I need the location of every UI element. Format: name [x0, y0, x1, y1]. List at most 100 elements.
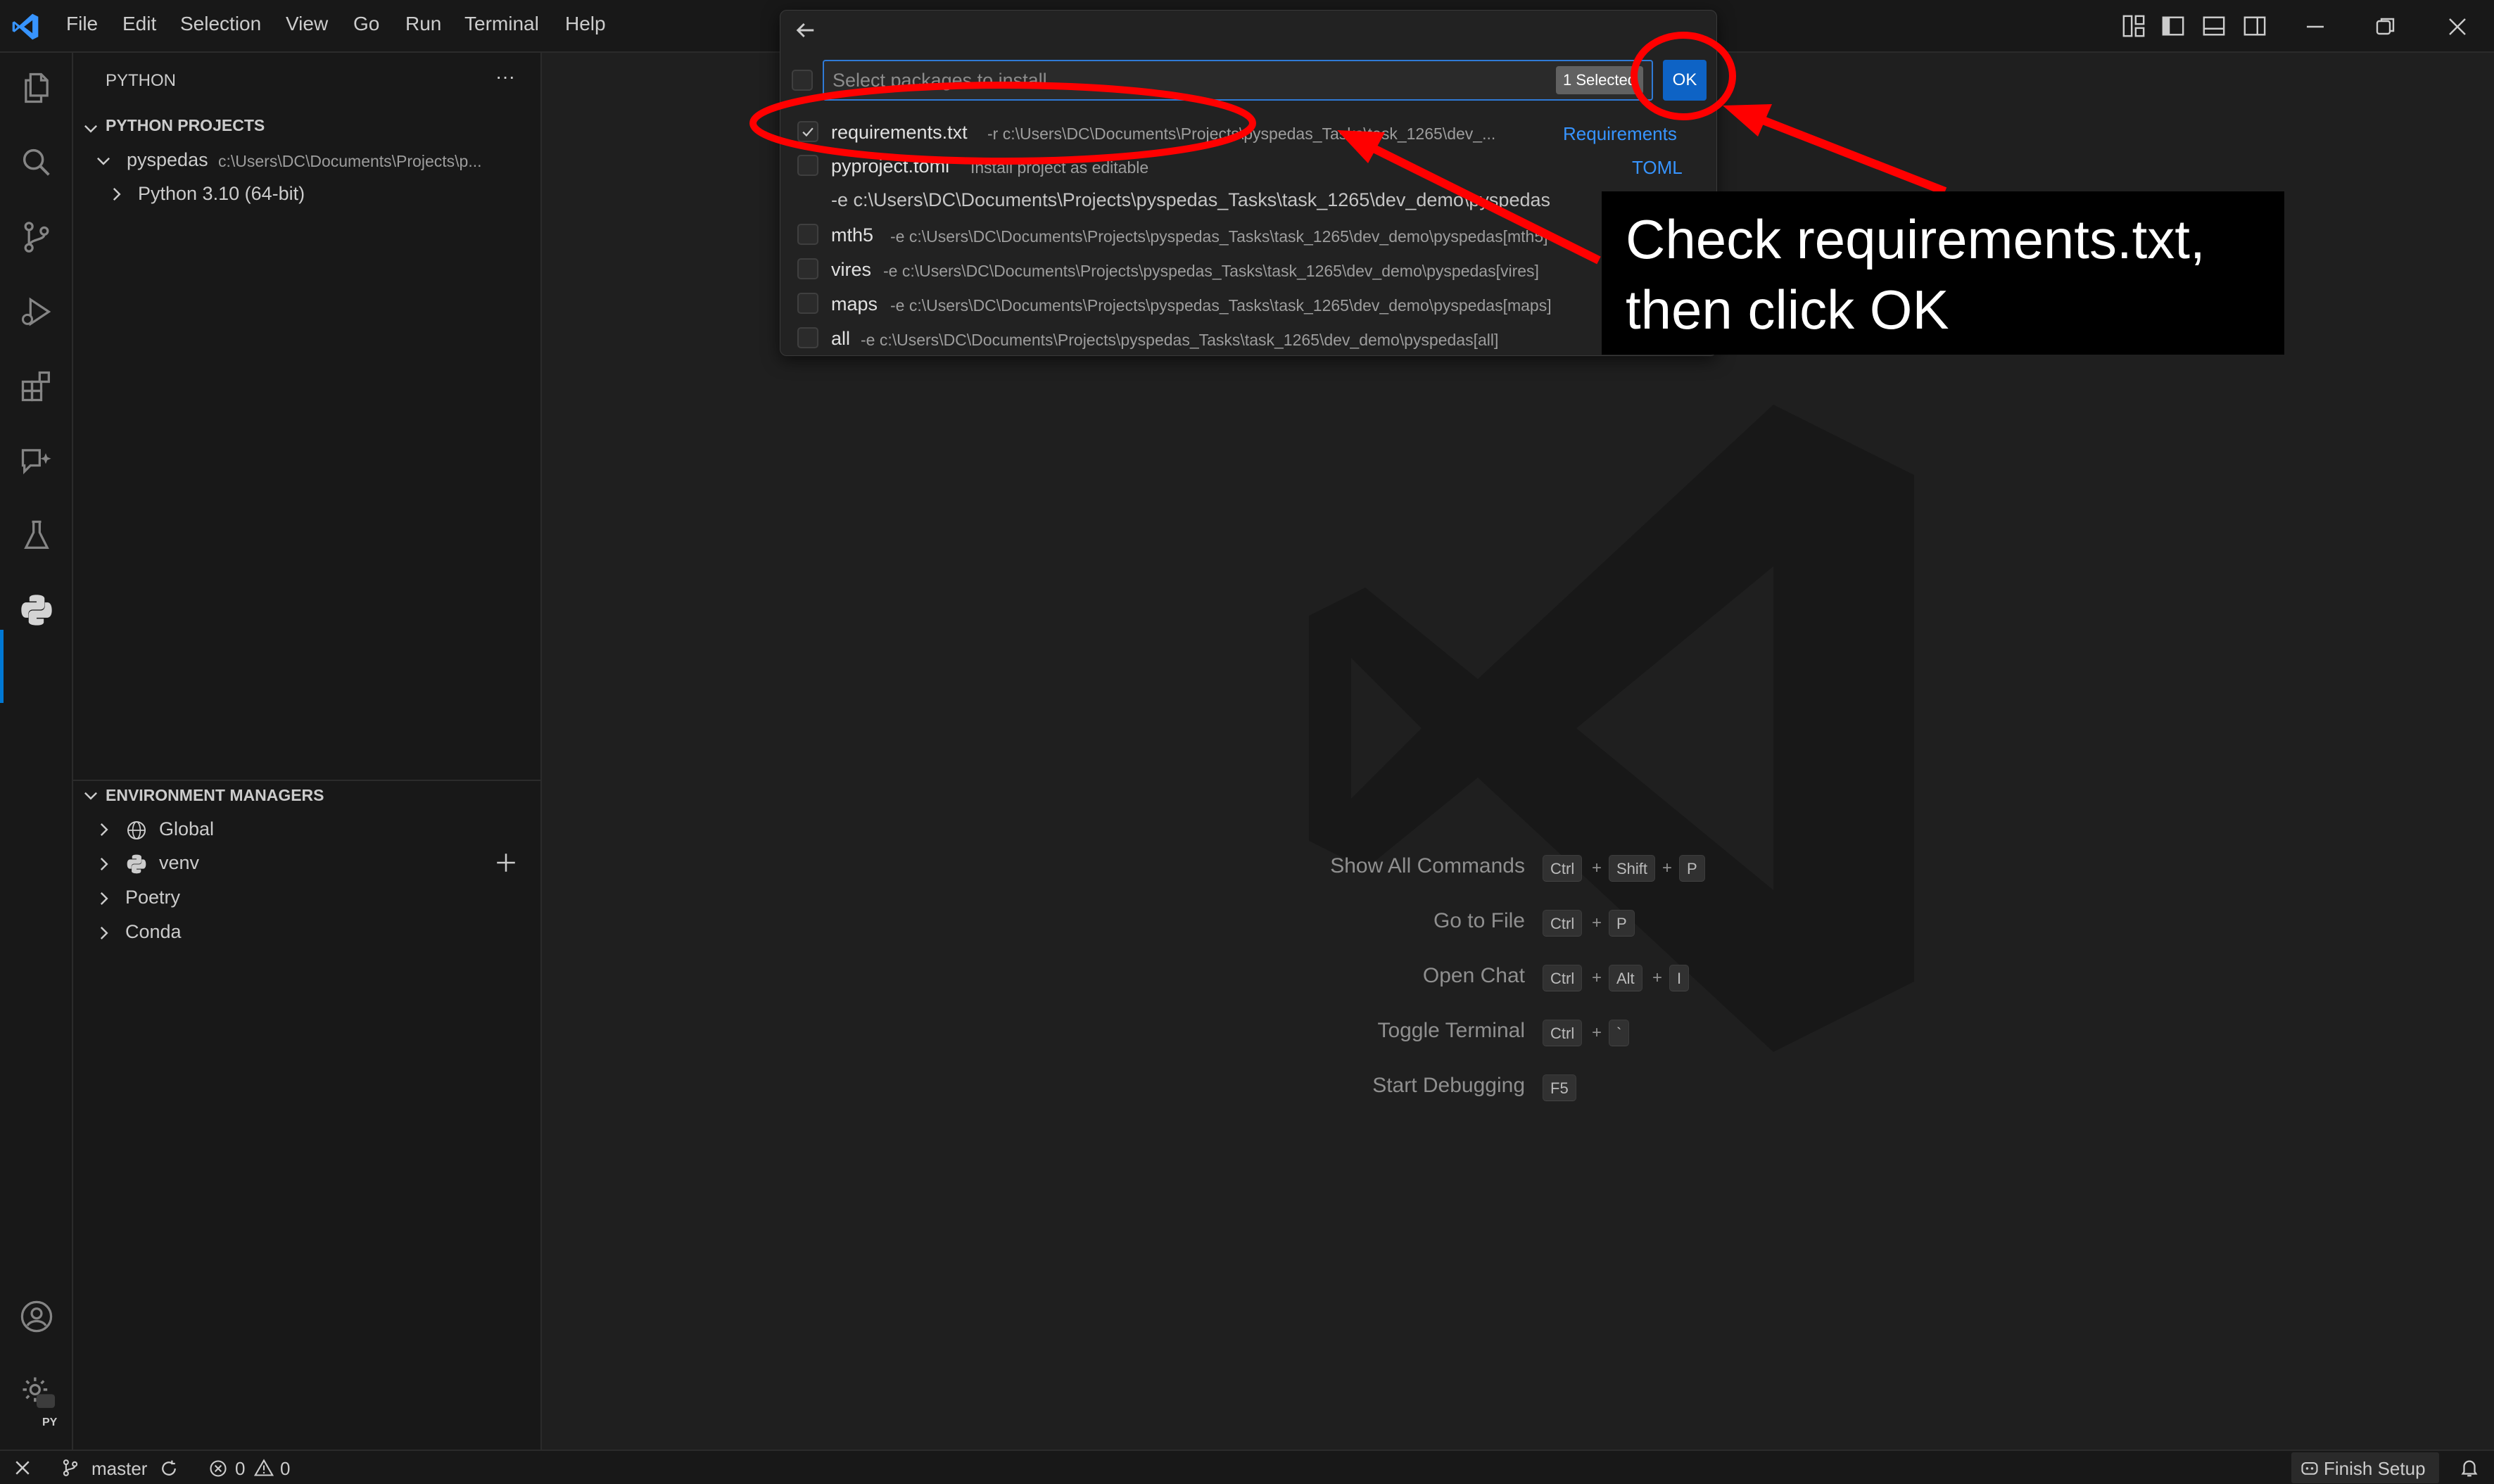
source-control-icon[interactable] — [18, 219, 55, 255]
env-item-global[interactable]: Global — [159, 818, 214, 840]
error-icon[interactable] — [208, 1459, 228, 1478]
remote-icon[interactable] — [13, 1458, 32, 1478]
python-projects-header[interactable]: PYTHON PROJECTS — [106, 116, 265, 135]
package-search-input[interactable]: Select packages to install — [823, 60, 1653, 101]
project-path: c:\Users\DC\Documents\Projects\p... — [218, 152, 482, 170]
interpreter-item[interactable]: Python 3.10 (64-bit) — [138, 183, 305, 205]
branch-name[interactable]: master — [91, 1458, 147, 1480]
add-icon[interactable] — [494, 851, 518, 875]
sync-icon[interactable] — [159, 1459, 179, 1478]
globe-icon — [127, 821, 146, 839]
item-detail: Install project as editable — [970, 158, 1149, 177]
extensions-icon[interactable] — [18, 368, 55, 405]
chevron-down-icon[interactable] — [82, 786, 100, 804]
minimize-icon[interactable] — [2303, 14, 2328, 39]
kbd-key: Alt — [1609, 965, 1642, 991]
testing-icon[interactable] — [18, 517, 55, 554]
menu-run[interactable]: Run — [405, 13, 441, 35]
bell-icon[interactable] — [2459, 1457, 2480, 1478]
git-branch-icon[interactable] — [61, 1458, 80, 1478]
menu-help[interactable]: Help — [565, 13, 606, 35]
item-checkbox[interactable] — [797, 258, 818, 279]
kbd-key: Ctrl — [1543, 855, 1583, 882]
kbd-key: Ctrl — [1543, 910, 1583, 937]
chevron-right-icon[interactable] — [94, 820, 113, 839]
plus-sign: + — [1662, 858, 1673, 877]
env-item-poetry[interactable]: Poetry — [125, 887, 180, 908]
list-item-all[interactable]: all -e c:\Users\DC\Documents\Projects\py… — [780, 321, 1716, 355]
chevron-down-icon[interactable] — [82, 119, 100, 137]
shortcut-label: Open Chat — [1422, 964, 1525, 987]
menu-edit[interactable]: Edit — [122, 13, 156, 35]
settings-icon[interactable] — [18, 1373, 55, 1409]
chevron-right-icon[interactable] — [94, 855, 113, 873]
kbd-key: P — [1609, 910, 1635, 937]
shortcut-label: Toggle Terminal — [1377, 1019, 1525, 1042]
item-checkbox[interactable] — [797, 327, 818, 348]
restore-icon[interactable] — [2373, 14, 2398, 39]
search-icon[interactable] — [18, 144, 55, 181]
list-item-pyproject[interactable]: pyproject.toml Install project as editab… — [780, 148, 1716, 217]
chevron-down-icon[interactable] — [94, 151, 113, 170]
plus-sign: + — [1592, 913, 1602, 932]
python-sidebar: PYTHON ··· PYTHON PROJECTS pyspedas c:\U… — [73, 53, 542, 1450]
shortcut-label: Go to File — [1433, 909, 1525, 932]
finish-setup-button[interactable]: Finish Setup — [2291, 1452, 2439, 1483]
menu-terminal[interactable]: Terminal — [464, 13, 539, 35]
ok-button[interactable]: OK — [1663, 60, 1707, 101]
python-icon[interactable] — [18, 592, 55, 628]
customize-layout-icon[interactable] — [2121, 14, 2146, 38]
item-detail: -e c:\Users\DC\Documents\Projects\pysped… — [890, 296, 1552, 315]
item-checkbox[interactable] — [797, 155, 818, 176]
select-all-checkbox[interactable] — [792, 70, 813, 91]
env-item-conda[interactable]: Conda — [125, 921, 182, 943]
list-item-requirements[interactable]: requirements.txt -r c:\Users\DC\Document… — [780, 115, 1716, 148]
callout-line-2: then click OK — [1626, 279, 1949, 341]
item-tag: Requirements — [1563, 123, 1677, 144]
menu-file[interactable]: File — [66, 13, 98, 35]
package-quick-pick: Select packages to install 1 Selected OK… — [780, 10, 1717, 356]
back-arrow-icon[interactable] — [793, 18, 818, 43]
environment-managers-header[interactable]: ENVIRONMENT MANAGERS — [106, 786, 324, 805]
files-icon[interactable] — [18, 70, 55, 106]
settings-badge: PY — [42, 1416, 58, 1428]
error-count[interactable]: 0 — [235, 1458, 245, 1480]
vscode-logo-icon — [12, 13, 39, 40]
menu-go[interactable]: Go — [353, 13, 379, 35]
project-name[interactable]: pyspedas — [127, 149, 208, 171]
search-placeholder: Select packages to install — [833, 70, 1047, 91]
plus-sign: + — [1592, 858, 1602, 877]
kbd-key: Ctrl — [1543, 1020, 1583, 1046]
chat-icon[interactable] — [18, 443, 55, 479]
activity-bar: PY — [0, 53, 73, 1450]
more-actions-button[interactable]: ··· — [495, 65, 515, 88]
close-window-icon[interactable] — [2445, 14, 2470, 39]
chevron-right-icon[interactable] — [94, 889, 113, 908]
warning-count[interactable]: 0 — [280, 1458, 290, 1480]
item-detail: -e c:\Users\DC\Documents\Projects\pysped… — [890, 227, 1548, 246]
chevron-right-icon[interactable] — [107, 185, 125, 203]
account-icon[interactable] — [18, 1298, 55, 1335]
list-item-maps[interactable]: maps -e c:\Users\DC\Documents\Projects\p… — [780, 286, 1716, 320]
plus-sign: + — [1652, 968, 1663, 987]
list-item-mth5[interactable]: mth5 -e c:\Users\DC\Documents\Projects\p… — [780, 217, 1716, 251]
toggle-panel-icon[interactable] — [2201, 14, 2227, 38]
item-detail: -e c:\Users\DC\Documents\Projects\pysped… — [883, 262, 1539, 280]
menu-view[interactable]: View — [286, 13, 328, 35]
env-item-venv[interactable]: venv — [159, 852, 199, 874]
item-checkbox[interactable] — [797, 121, 818, 142]
plus-sign: + — [1592, 1023, 1602, 1042]
item-checkbox[interactable] — [797, 293, 818, 314]
item-name: maps — [831, 293, 878, 315]
toggle-primary-sidebar-icon[interactable] — [2160, 14, 2186, 38]
status-bar: master 0 0 Finish Setup — [0, 1450, 2494, 1484]
run-debug-icon[interactable] — [18, 293, 55, 330]
warning-icon[interactable] — [253, 1458, 274, 1478]
item-checkbox[interactable] — [797, 224, 818, 245]
toggle-secondary-sidebar-icon[interactable] — [2242, 14, 2267, 38]
item-detail-line: -e c:\Users\DC\Documents\Projects\pysped… — [831, 189, 1550, 210]
kbd-key: Shift — [1609, 855, 1656, 882]
menu-selection[interactable]: Selection — [180, 13, 261, 35]
chevron-right-icon[interactable] — [94, 924, 113, 942]
list-item-vires[interactable]: vires -e c:\Users\DC\Documents\Projects\… — [780, 252, 1716, 286]
